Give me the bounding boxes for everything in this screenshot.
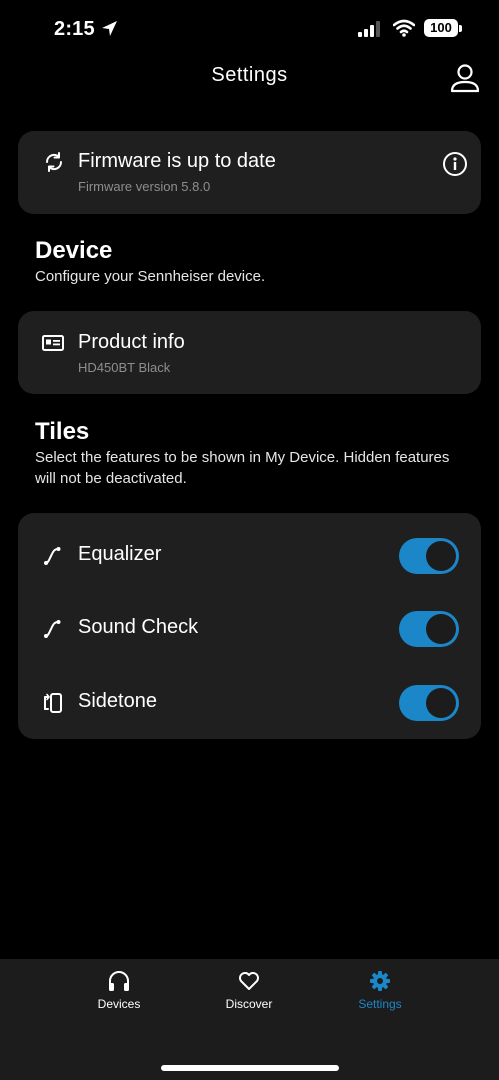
product-card-icon (42, 335, 64, 351)
tab-discover[interactable]: Discover (199, 969, 299, 1019)
tab-label: Discover (225, 997, 273, 1011)
toggle-knob (426, 614, 456, 644)
info-icon[interactable] (442, 151, 468, 177)
curve-icon (44, 547, 61, 565)
status-time: 2:15 (54, 18, 95, 40)
firmware-card: Firmware is up to date Firmware version … (18, 131, 481, 214)
product-model: HD450BT Black (78, 360, 171, 375)
firmware-status: Firmware is up to date (78, 150, 276, 172)
headphones-icon (109, 971, 129, 991)
tiles-heading: Tiles (35, 418, 90, 445)
sidetone-icon (44, 693, 62, 713)
curve-icon (44, 620, 61, 638)
sidetone-toggle[interactable] (399, 685, 459, 721)
sound-check-toggle[interactable] (399, 611, 459, 647)
tab-label: Settings (358, 997, 402, 1011)
product-info-title: Product info (78, 331, 185, 353)
wifi-icon (393, 19, 415, 37)
tab-label: Devices (97, 997, 141, 1011)
tiles-card: Equalizer Sound Check Sidetone (18, 513, 481, 739)
sync-icon (45, 152, 63, 172)
page-title: Settings (211, 64, 288, 86)
tile-label: Equalizer (78, 543, 162, 565)
tile-row-equalizer: Equalizer (18, 526, 481, 586)
toggle-knob (426, 541, 456, 571)
device-heading: Device (35, 237, 113, 264)
tile-label: Sound Check (78, 616, 199, 638)
tab-devices[interactable]: Devices (69, 969, 169, 1019)
gear-icon (370, 971, 390, 991)
tile-label: Sidetone (78, 690, 157, 712)
battery-cap (459, 25, 462, 32)
tab-bar: Devices Discover Settings (0, 959, 499, 1080)
location-arrow-icon (102, 21, 117, 36)
equalizer-toggle[interactable] (399, 538, 459, 574)
cellular-signal-icon (358, 21, 380, 37)
tile-row-sidetone: Sidetone (18, 673, 481, 733)
home-indicator[interactable] (161, 1065, 339, 1071)
firmware-version: Firmware version 5.8.0 (78, 179, 211, 194)
device-description: Configure your Sennheiser device. (35, 268, 266, 285)
heart-icon (239, 972, 259, 990)
battery-indicator: 100 (424, 19, 458, 37)
tiles-description: Select the features to be shown in My De… (35, 449, 450, 487)
tab-settings[interactable]: Settings (330, 969, 430, 1019)
toggle-knob (426, 688, 456, 718)
status-bar: 2:15 100 (0, 0, 499, 60)
product-info-card[interactable]: Product info HD450BT Black (18, 311, 481, 394)
tile-row-sound-check: Sound Check (18, 599, 481, 659)
person-icon[interactable] (449, 63, 481, 93)
